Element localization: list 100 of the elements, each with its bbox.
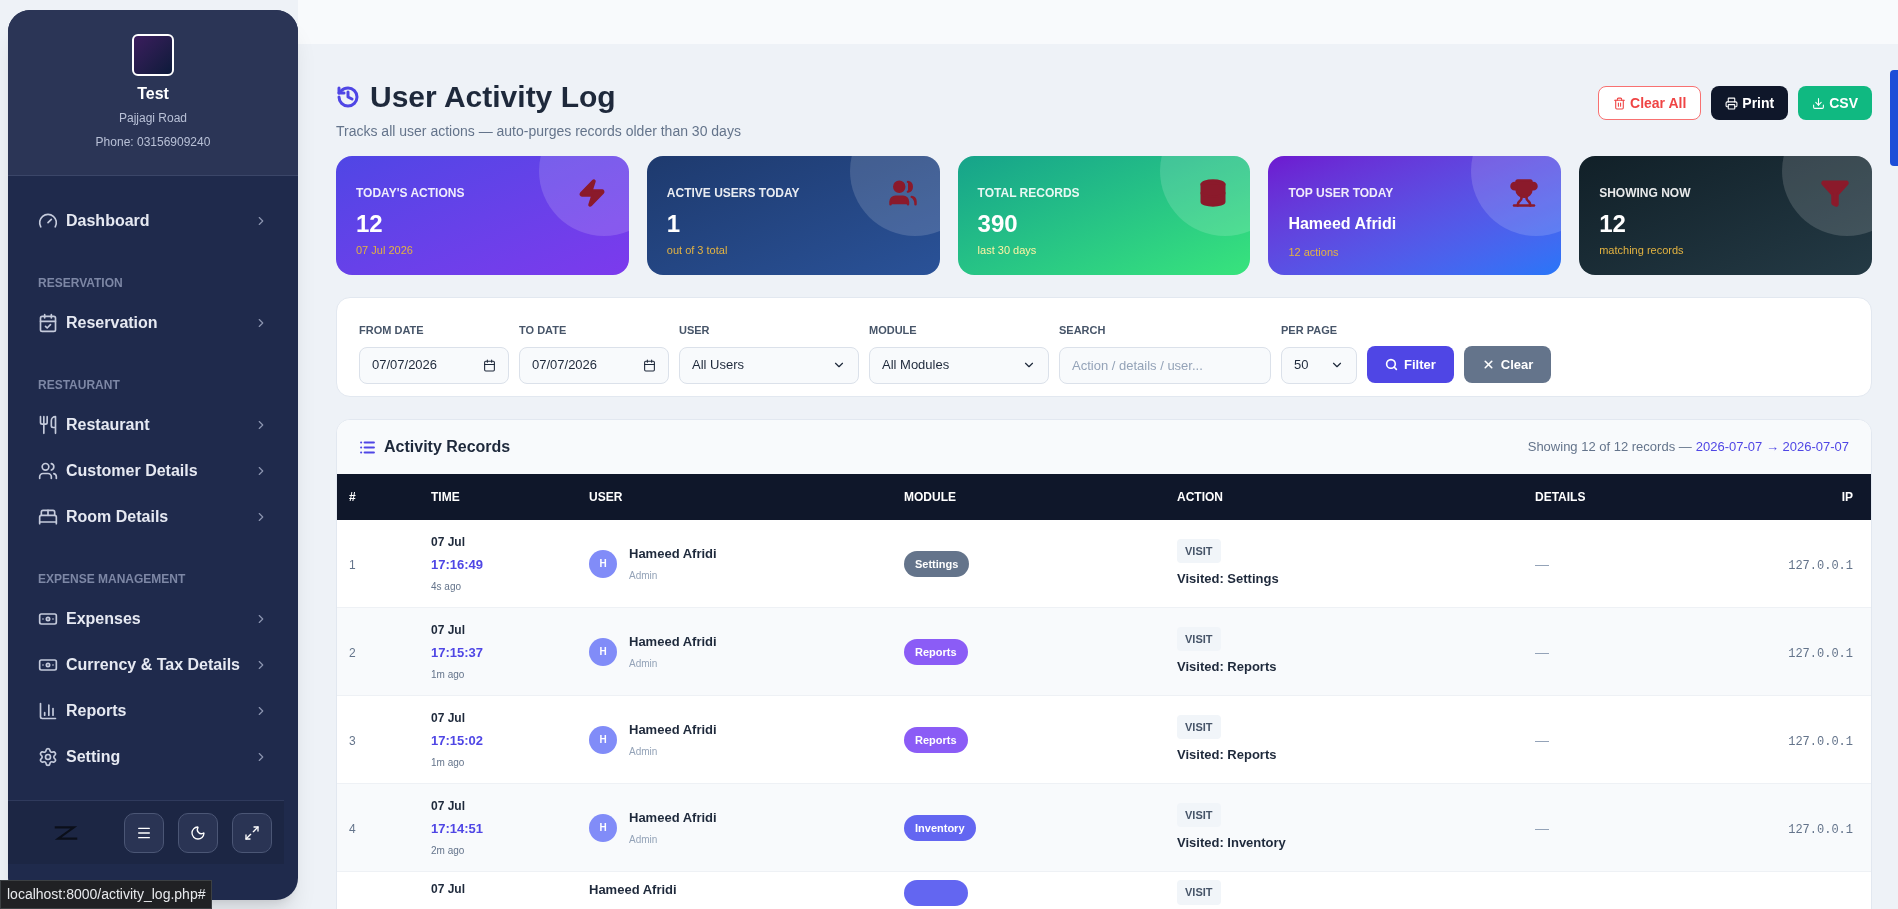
user-name: Hameed Afridi xyxy=(629,545,717,564)
details-text: — xyxy=(1535,819,1549,836)
filter-button[interactable]: Clear xyxy=(1463,346,1552,383)
row-number: 2 xyxy=(349,645,356,660)
row-time: 17:16:49 xyxy=(431,556,485,575)
ip-text: 127.0.0.1 xyxy=(1788,646,1853,661)
nav-item[interactable]: Customer Details xyxy=(38,448,268,494)
page-subtitle: Tracks all user actions — auto-purges records older than 30 days xyxy=(336,122,741,141)
filter-label: MODULE xyxy=(869,323,918,338)
header-button[interactable]: Print xyxy=(1711,86,1789,120)
panel-title: Activity Records xyxy=(384,437,511,457)
action-tag: VISIT xyxy=(1177,880,1221,905)
date-field[interactable]: 07/07/2026 xyxy=(519,346,669,384)
action-text: Visited: Inventory xyxy=(1177,834,1286,852)
filter-label: USER xyxy=(679,323,711,338)
search-field[interactable]: Action / details / user... xyxy=(1059,346,1271,384)
card-title: SHOWING NOW xyxy=(1599,185,1691,202)
nav-section-heading: EXPENSE MANAGEMENT xyxy=(38,571,187,588)
history-icon xyxy=(336,84,360,109)
page-title: User Activity Log xyxy=(370,79,616,115)
nav-item[interactable]: Dashboard xyxy=(38,198,268,244)
row-ago: 2m ago xyxy=(431,843,466,858)
module-tag: Reports xyxy=(904,638,968,665)
gauge-icon xyxy=(38,211,58,231)
nav-item[interactable]: Setting xyxy=(38,734,268,780)
card-subtitle: out of 3 total xyxy=(666,243,729,258)
action-tag: VISIT xyxy=(1177,802,1221,827)
nav-item[interactable]: Reservation xyxy=(38,300,268,346)
date-field[interactable]: 07/07/2026 xyxy=(359,346,509,384)
user-name: Hameed Afridi xyxy=(629,721,717,740)
row-time: 17:14:51 xyxy=(431,820,485,839)
card-subtitle: matching records xyxy=(1599,243,1685,258)
filter-button[interactable]: Filter xyxy=(1367,346,1454,383)
trophy-icon xyxy=(1509,178,1540,208)
nav-item[interactable]: Expenses xyxy=(38,596,268,642)
toolbar-button[interactable] xyxy=(178,812,218,853)
download-icon xyxy=(1812,96,1826,110)
printer-icon xyxy=(1725,96,1739,110)
card-title: TODAY'S ACTIONS xyxy=(356,185,465,202)
nav-item[interactable]: Restaurant xyxy=(38,402,268,448)
profile-name: Test xyxy=(137,84,169,104)
card-value: 12 xyxy=(356,209,384,239)
status-url: localhost:8000/activity_log.php# xyxy=(0,880,213,909)
user-role: Admin xyxy=(629,744,659,759)
details-text: — xyxy=(1535,555,1549,572)
profile-phone: Phone: 03156909240 xyxy=(95,134,211,151)
row-date: 07 Jul xyxy=(431,881,467,898)
list-icon xyxy=(359,438,376,456)
user-role: Admin xyxy=(629,832,659,847)
row-date: 07 Jul xyxy=(431,622,467,640)
logo-icon xyxy=(52,823,80,842)
select-field[interactable]: 50 xyxy=(1281,346,1357,384)
toolbar-button[interactable] xyxy=(124,812,164,853)
nav-item[interactable]: Currency & Tax Details xyxy=(38,642,268,688)
database-icon xyxy=(1198,178,1229,208)
filter-label: TO DATE xyxy=(519,323,568,338)
toolbar-button[interactable] xyxy=(232,812,272,853)
utensils-icon xyxy=(38,415,58,435)
select-field[interactable]: All Users xyxy=(679,346,859,384)
calendar-icon xyxy=(38,313,58,333)
card-value: 1 xyxy=(666,209,682,239)
details-text: — xyxy=(1535,643,1549,660)
user-avatar: H xyxy=(589,725,617,754)
row-time: 17:15:37 xyxy=(431,644,485,663)
select-field[interactable]: All Modules xyxy=(869,346,1049,384)
column-header: # xyxy=(348,489,357,506)
profile-address: Pajjagi Road xyxy=(118,110,187,127)
users-icon xyxy=(887,178,918,208)
header-button[interactable]: Clear All xyxy=(1598,86,1702,120)
card-subtitle: 07 Jul 2026 xyxy=(356,243,414,258)
bed-icon xyxy=(38,507,58,527)
date-range: 2026-07-07 → 2026-07-07 xyxy=(1695,438,1849,457)
filter-label: FROM DATE xyxy=(359,323,425,338)
action-tag: VISIT xyxy=(1177,714,1221,739)
nav-item[interactable]: Reports xyxy=(38,688,268,734)
column-header: USER xyxy=(589,489,624,506)
action-tag: VISIT xyxy=(1177,626,1221,651)
action-tag: VISIT xyxy=(1177,538,1221,563)
calendar-icon xyxy=(483,358,496,372)
row-number: 1 xyxy=(349,557,356,572)
user-name: Hameed Afridi xyxy=(589,881,677,899)
card-title: ACTIVE USERS TODAY xyxy=(666,185,800,202)
nav-item[interactable]: Room Details xyxy=(38,494,268,540)
logo-image xyxy=(132,34,174,76)
column-header: TIME xyxy=(431,489,461,506)
action-text: Visited: Reports xyxy=(1177,658,1277,676)
module-tag: Inventory xyxy=(904,814,976,841)
nav-section-heading: RESTAURANT xyxy=(38,377,121,394)
card-value: 390 xyxy=(977,209,1019,239)
ip-text: 127.0.0.1 xyxy=(1788,734,1853,749)
column-header: MODULE xyxy=(904,489,957,506)
row-number: 4 xyxy=(349,821,356,836)
users-icon xyxy=(38,461,58,481)
column-header: IP xyxy=(1840,489,1854,506)
ip-text: 127.0.0.1 xyxy=(1788,822,1853,837)
search-icon xyxy=(1385,358,1398,371)
user-avatar: H xyxy=(589,549,617,578)
user-avatar: H xyxy=(589,637,617,666)
card-title: TOTAL RECORDS xyxy=(977,185,1080,202)
row-ago: 4s ago xyxy=(431,579,463,594)
